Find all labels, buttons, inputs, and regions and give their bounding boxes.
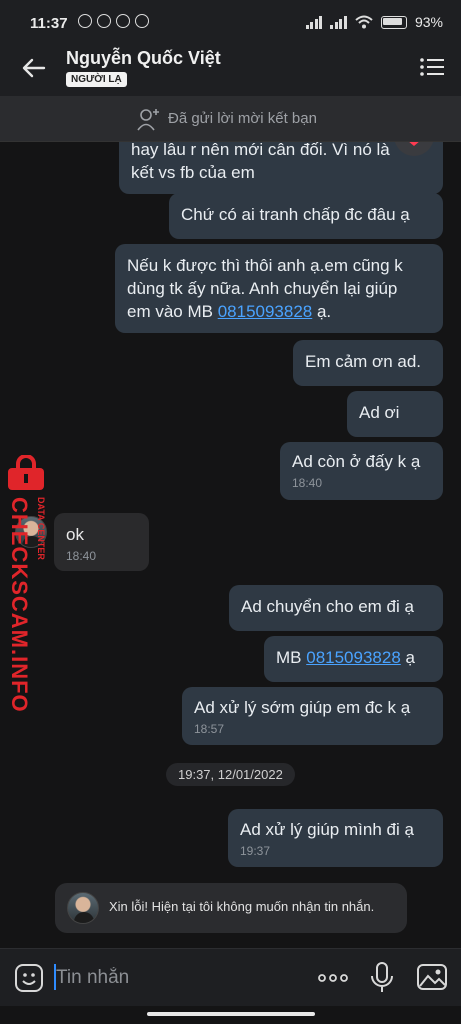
- menu-icon[interactable]: [419, 56, 445, 78]
- message-time: 18:40: [66, 549, 97, 563]
- more-icon[interactable]: [316, 963, 350, 993]
- message-bubble[interactable]: Chứ có ai tranh chấp đc đâu ạ: [169, 193, 443, 239]
- signal-icon: [305, 15, 323, 29]
- message-text: MB 0815093828 ạ: [276, 648, 415, 667]
- message-text: hay lâu r nên mới cân đối. Vì nó là: [131, 142, 390, 159]
- emoji-icon[interactable]: [14, 963, 44, 993]
- message-text: em vào MB 0815093828 ạ.: [127, 302, 332, 321]
- notification-icons: [78, 14, 149, 28]
- message-text: Ad còn ở đấy k ạ: [292, 452, 421, 471]
- contact-name[interactable]: Nguyễn Quốc Việt: [66, 48, 221, 69]
- message-text: Ad xử lý giúp mình đi ạ: [240, 820, 414, 839]
- system-nav-bar: [0, 1006, 461, 1024]
- watermark-brand: CHECKSCAM.INFO: [7, 497, 32, 713]
- message-bubble[interactable]: Ad chuyển cho em đi ạ: [229, 585, 443, 631]
- alarm-icon: [78, 14, 92, 28]
- message-text: Ad chuyển cho em đi ạ: [241, 597, 414, 616]
- status-time: 11:37: [30, 15, 68, 32]
- message-text: Ad ơi: [359, 403, 400, 422]
- message-time: 18:57: [194, 722, 225, 736]
- message-bubble[interactable]: MB 0815093828 ạ: [264, 636, 443, 682]
- message-text: kết vs fb của em: [131, 163, 255, 182]
- microphone-icon[interactable]: [368, 961, 396, 995]
- message-text: dùng tk ấy nữa. Anh chuyển lại giúp: [127, 279, 398, 298]
- contact-avatar: [67, 892, 99, 924]
- add-friend-icon: [137, 109, 159, 131]
- message-bubble[interactable]: ok 18:40: [54, 513, 149, 571]
- app-icon: [135, 14, 149, 28]
- message-bubble[interactable]: Ad còn ở đấy k ạ 18:40: [280, 442, 443, 500]
- chat-area[interactable]: hay lâu r nên mới cân đối. Vì nó là kết …: [0, 142, 461, 948]
- chat-header: Nguyễn Quốc Việt NGƯỜI LẠ: [0, 40, 461, 96]
- message-text: Ad xử lý sớm giúp em đc k ạ: [194, 698, 411, 717]
- message-bubble[interactable]: hay lâu r nên mới cân đối. Vì nó là kết …: [119, 142, 443, 194]
- message-input[interactable]: [56, 963, 256, 993]
- phone-link[interactable]: 0815093828: [218, 302, 313, 321]
- message-text: Em cảm ơn ad.: [305, 352, 422, 371]
- message-text: Nếu k được thì thôi anh ạ.em cũng k: [127, 256, 403, 275]
- message-bubble[interactable]: Ad ơi: [347, 391, 443, 437]
- message-text: ok: [66, 525, 84, 544]
- system-message-text: Xin lỗi! Hiện tại tôi không muốn nhận ti…: [109, 899, 375, 914]
- messenger-icon: [97, 14, 111, 28]
- system-message: Xin lỗi! Hiện tại tôi không muốn nhận ti…: [55, 883, 407, 933]
- wifi-icon: [355, 15, 373, 29]
- status-bar: 11:37 93%: [0, 0, 461, 40]
- message-bubble[interactable]: Ad xử lý sớm giúp em đc k ạ 18:57: [182, 687, 443, 745]
- home-indicator[interactable]: [147, 1012, 315, 1016]
- back-arrow-icon[interactable]: [18, 52, 50, 84]
- signal-icon: [330, 15, 347, 29]
- message-time: 19:37: [240, 844, 271, 858]
- date-separator: 19:37, 12/01/2022: [166, 763, 295, 786]
- phone-link[interactable]: 0815093828: [306, 648, 401, 667]
- battery-level: 93%: [414, 14, 443, 30]
- battery-icon: [380, 15, 407, 29]
- status-right: 93%: [305, 14, 443, 30]
- message-bubble[interactable]: Em cảm ơn ad.: [293, 340, 443, 386]
- message-input-bar: [0, 948, 461, 1006]
- friend-request-label: Đã gửi lời mời kết bạn: [168, 110, 317, 127]
- stranger-badge: NGƯỜI LẠ: [66, 72, 127, 87]
- app-icon: [116, 14, 130, 28]
- message-time: 18:40: [292, 476, 323, 490]
- message-text: Chứ có ai tranh chấp đc đâu ạ: [181, 205, 410, 224]
- heart-icon: [409, 142, 419, 146]
- message-bubble[interactable]: Ad xử lý giúp mình đi ạ 19:37: [228, 809, 443, 867]
- lock-icon: [8, 455, 44, 490]
- friend-request-bar: Đã gửi lời mời kết bạn: [0, 96, 461, 142]
- image-icon[interactable]: [416, 962, 448, 992]
- watermark: DATA CENTER CHECKSCAM.INFO: [4, 455, 50, 713]
- watermark-sub: DATA CENTER: [36, 497, 46, 560]
- message-bubble[interactable]: Nếu k được thì thôi anh ạ.em cũng k dùng…: [115, 244, 443, 333]
